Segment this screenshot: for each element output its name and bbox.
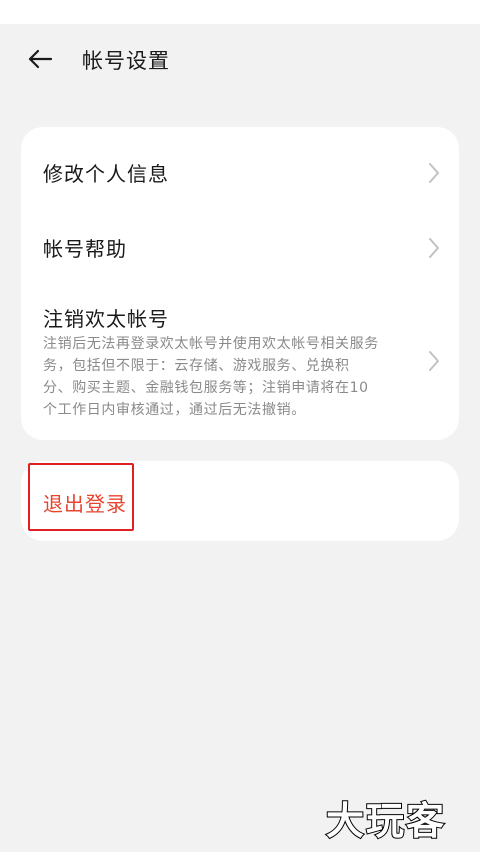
page-title: 帐号设置 [82, 49, 170, 73]
menu-item-account-help[interactable]: 帐号帮助 [21, 217, 459, 277]
app-header: 帐号设置 [0, 24, 480, 94]
chevron-right-icon [429, 351, 439, 371]
chevron-right-icon [429, 163, 439, 183]
menu-item-label: 帐号帮助 [43, 237, 127, 261]
status-bar [0, 0, 480, 24]
arrow-left-icon [28, 49, 53, 69]
menu-item-label: 修改个人信息 [43, 162, 169, 186]
menu-item-label: 注销欢太帐号 [43, 307, 169, 331]
logout-button[interactable]: 退出登录 [43, 488, 127, 517]
watermark-logo: 大玩客 [325, 798, 447, 844]
description-line: 分、购买主题、金融钱包服务等；注销申请将在10 [43, 380, 369, 396]
logout-card: 退出登录 [21, 461, 459, 541]
back-button[interactable] [22, 42, 58, 76]
delete-account-description: 注销后无法再登录欢太帐号并使用欢太帐号相关服务 务，包括但不限于：云存储、游戏服… [43, 333, 413, 421]
description-line: 个工作日内审核通过，通过后无法撤销。 [43, 402, 306, 418]
chevron-right-icon [429, 238, 439, 258]
menu-item-delete-account[interactable]: 注销欢太帐号 注销后无法再登录欢太帐号并使用欢太帐号相关服务 务，包括但不限于：… [21, 287, 459, 437]
description-line: 注销后无法再登录欢太帐号并使用欢太帐号相关服务 [43, 336, 379, 352]
menu-item-edit-profile[interactable]: 修改个人信息 [21, 127, 459, 217]
account-settings-card: 修改个人信息 帐号帮助 注销欢太帐号 注销后无法再登录欢太帐号并使用欢太帐号相关… [21, 127, 459, 440]
description-line: 务，包括但不限于：云存储、游戏服务、兑换积 [43, 358, 350, 374]
